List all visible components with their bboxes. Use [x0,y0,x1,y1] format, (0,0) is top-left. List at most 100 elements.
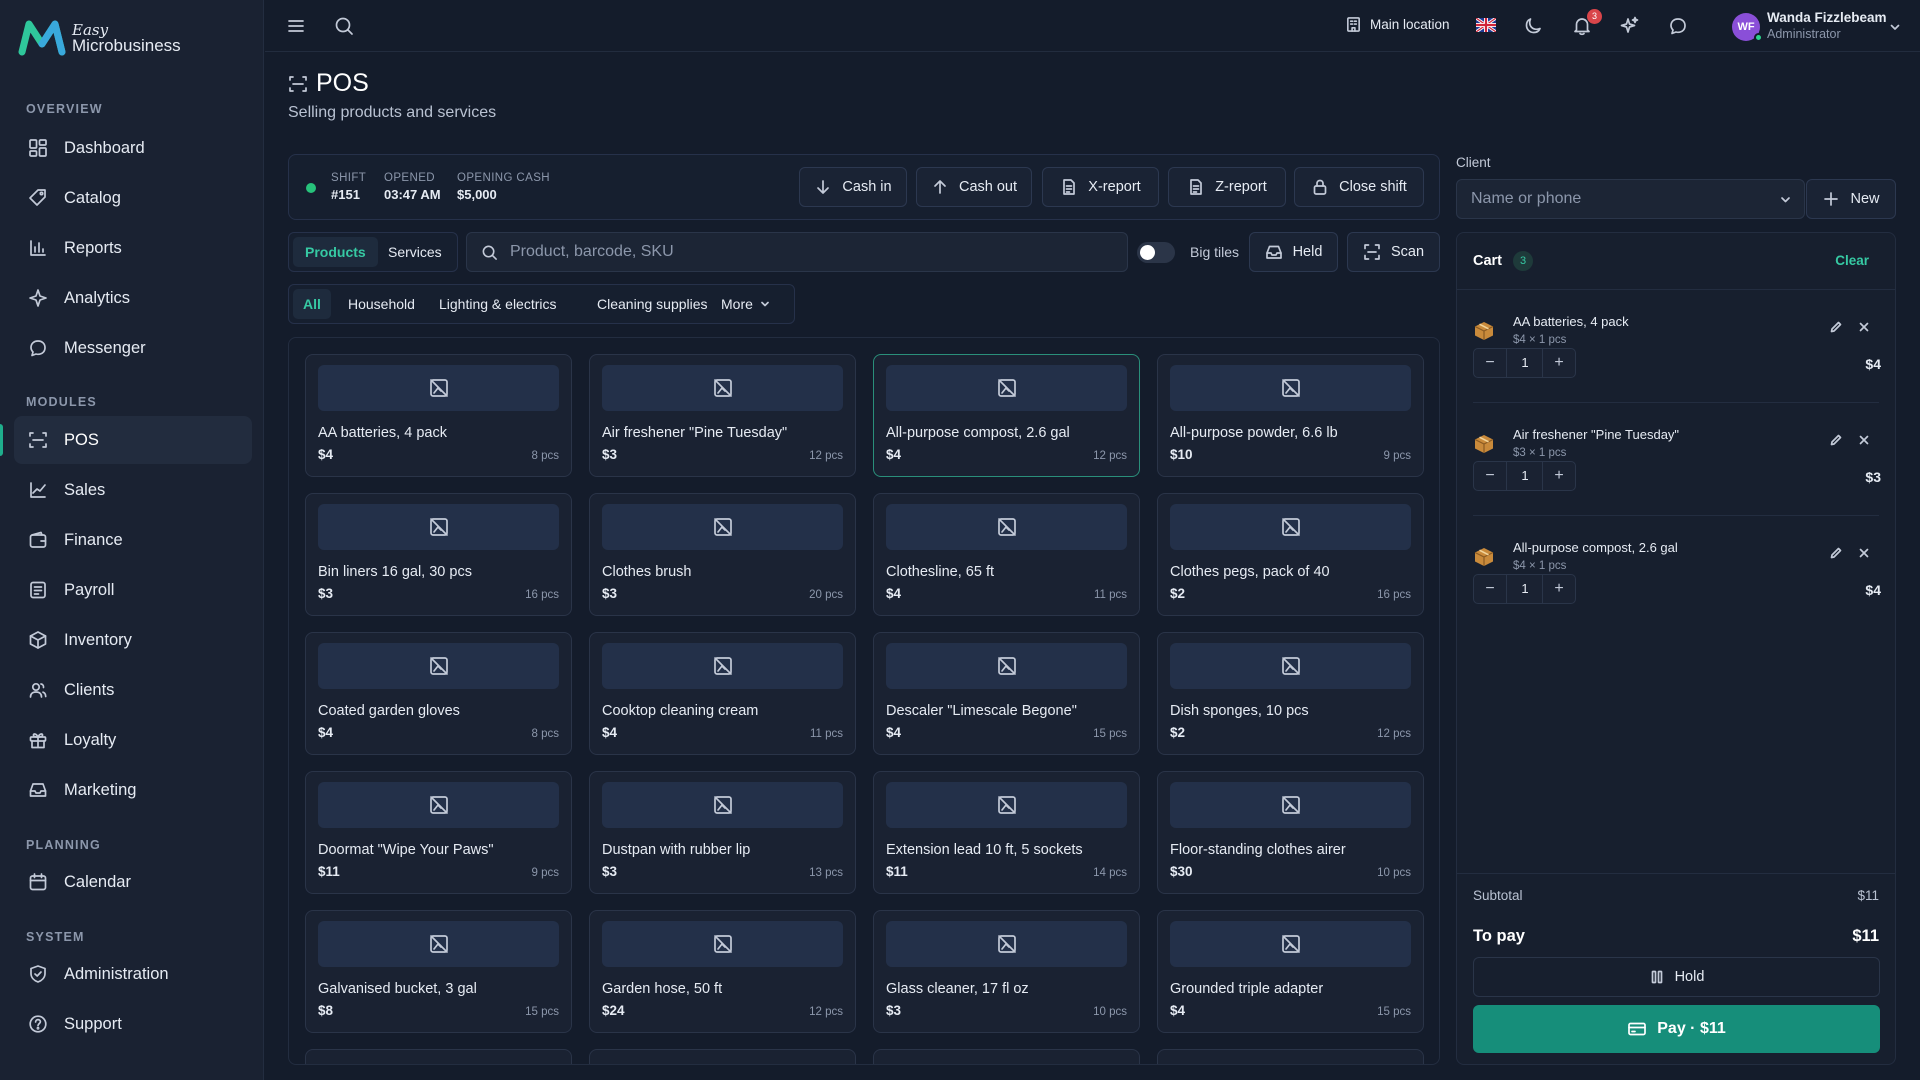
product-tile[interactable]: Garden hose, 50 ft $24 12 pcs [589,910,856,1033]
sidebar-item-finance[interactable]: Finance [14,516,252,564]
product-tile[interactable]: Floor-standing clothes airer $30 10 pcs [1157,771,1424,894]
category-lighting[interactable]: Lighting & electrics [429,289,567,319]
cart-item-unit: $4 × 1 pcs [1513,560,1567,572]
sidebar-item-analytics[interactable]: Analytics [14,274,252,322]
sparkles-icon[interactable] [1618,14,1642,38]
chat-icon[interactable] [1666,14,1690,38]
location-selector[interactable]: Main location [1345,16,1450,33]
close-icon[interactable] [1857,320,1871,334]
increase-button[interactable]: + [1542,462,1575,490]
product-tile[interactable]: Air freshener "Pine Tuesday" $3 12 pcs [589,354,856,477]
product-tile[interactable]: Grounded triple adapter $4 15 pcs [1157,910,1424,1033]
decrease-button[interactable]: − [1474,575,1507,603]
quantity-value[interactable]: 1 [1508,462,1542,490]
product-tile[interactable]: Clothes pegs, pack of 40 $2 16 pcs [1157,493,1424,616]
sidebar-item-inventory[interactable]: Inventory [14,616,252,664]
category-household[interactable]: Household [338,289,425,319]
product-tile[interactable]: All-purpose compost, 2.6 gal $4 12 pcs [873,354,1140,477]
product-tile-partial[interactable] [873,1049,1140,1064]
product-tile[interactable]: Extension lead 10 ft, 5 sockets $11 14 pcs [873,771,1140,894]
product-stock: 12 pcs [1377,728,1411,740]
sidebar-item-dashboard[interactable]: Dashboard [14,124,252,172]
category-more[interactable]: More [711,289,781,319]
product-stock: 10 pcs [1093,1006,1127,1018]
sidebar-item-sales[interactable]: Sales [14,466,252,514]
increase-button[interactable]: + [1542,575,1575,603]
close-shift-button[interactable]: Close shift [1294,167,1424,207]
cart-item-unit: $3 × 1 pcs [1513,447,1567,459]
menu-icon[interactable] [284,14,308,38]
product-tile[interactable]: Descaler "Limescale Begone" $4 15 pcs [873,632,1140,755]
pay-button[interactable]: Pay · $11 [1473,1005,1880,1053]
x-report-button[interactable]: X-report [1042,167,1159,207]
product-name: Dustpan with rubber lip [602,842,751,858]
tab-products[interactable]: Products [293,237,378,267]
sidebar-item-loyalty[interactable]: Loyalty [14,716,252,764]
brand-logo[interactable]: Easy Microbusiness [18,18,181,58]
quantity-value[interactable]: 1 [1508,575,1542,603]
product-tile-partial[interactable] [305,1049,572,1064]
product-tile[interactable]: Bin liners 16 gal, 30 pcs $3 16 pcs [305,493,572,616]
divider [1457,873,1895,874]
sidebar-item-clients[interactable]: Clients [14,666,252,714]
sidebar-item-support[interactable]: Support [14,1000,252,1048]
edit-icon[interactable] [1829,433,1843,447]
product-tile[interactable]: Galvanised bucket, 3 gal $8 15 pcs [305,910,572,1033]
product-stock: 11 pcs [809,728,843,740]
search-icon[interactable] [332,14,356,38]
sidebar-item-marketing[interactable]: Marketing [14,766,252,814]
held-button[interactable]: Held [1249,232,1338,272]
sidebar-item-reports[interactable]: Reports [14,224,252,272]
product-tile[interactable]: Clothes brush $3 20 pcs [589,493,856,616]
product-tile[interactable]: Glass cleaner, 17 fl oz $3 10 pcs [873,910,1140,1033]
edit-icon[interactable] [1829,320,1843,334]
product-tile-partial[interactable] [1157,1049,1424,1064]
product-tile[interactable]: All-purpose powder, 6.6 lb $10 9 pcs [1157,354,1424,477]
product-tile-partial[interactable] [589,1049,856,1064]
close-icon[interactable] [1857,433,1871,447]
uk-flag-icon[interactable] [1476,18,1496,32]
decrease-button[interactable]: − [1474,462,1507,490]
decrease-button[interactable]: − [1474,349,1507,377]
product-tile[interactable]: Dish sponges, 10 pcs $2 12 pcs [1157,632,1424,755]
quantity-stepper: −1 + [1473,348,1576,378]
product-tile[interactable]: Doormat "Wipe Your Paws" $11 9 pcs [305,771,572,894]
new-client-button[interactable]: New [1806,179,1896,219]
product-tile[interactable]: Cooktop cleaning cream $4 11 pcs [589,632,856,755]
sidebar-item-calendar[interactable]: Calendar [14,858,252,906]
cash-out-button[interactable]: Cash out [916,167,1032,207]
product-search-input[interactable] [510,243,1070,261]
cash-in-button[interactable]: Cash in [799,167,907,207]
cart-item-total: $4 [1865,582,1881,598]
user-name[interactable]: Wanda Fizzlebeam [1767,10,1887,25]
product-tile[interactable]: Dustpan with rubber lip $3 13 pcs [589,771,856,894]
scan-button[interactable]: Scan [1347,232,1440,272]
edit-icon[interactable] [1829,546,1843,560]
product-price: $4 [318,725,334,740]
close-icon[interactable] [1857,546,1871,560]
product-tile[interactable]: AA batteries, 4 pack $4 8 pcs [305,354,572,477]
sidebar-item-label: Finance [64,530,123,549]
product-tile[interactable]: Clothesline, 65 ft $4 11 pcs [873,493,1140,616]
category-cleaning[interactable]: Cleaning supplies [587,289,718,319]
clear-cart-button[interactable]: Clear [1835,253,1869,268]
moon-icon[interactable] [1522,14,1546,38]
sidebar-item-pos[interactable]: POS [14,416,252,464]
sidebar-item-catalog[interactable]: Catalog [14,174,252,222]
chevron-down-icon[interactable] [1888,20,1902,34]
big-tiles-toggle[interactable] [1137,242,1175,263]
sidebar-item-messenger[interactable]: Messenger [14,324,252,372]
product-image-placeholder [886,643,1127,689]
quantity-value[interactable]: 1 [1508,349,1542,377]
to-pay-value: $11 [1852,927,1879,945]
client-select[interactable]: Name or phone [1456,179,1805,219]
user-role: Administrator [1767,27,1841,41]
hold-button[interactable]: Hold [1473,957,1880,997]
category-all[interactable]: All [293,289,331,319]
tab-services[interactable]: Services [376,237,454,267]
increase-button[interactable]: + [1542,349,1575,377]
sidebar-item-administration[interactable]: Administration [14,950,252,998]
z-report-button[interactable]: Z-report [1168,167,1286,207]
product-tile[interactable]: Coated garden gloves $4 8 pcs [305,632,572,755]
sidebar-item-payroll[interactable]: Payroll [14,566,252,614]
